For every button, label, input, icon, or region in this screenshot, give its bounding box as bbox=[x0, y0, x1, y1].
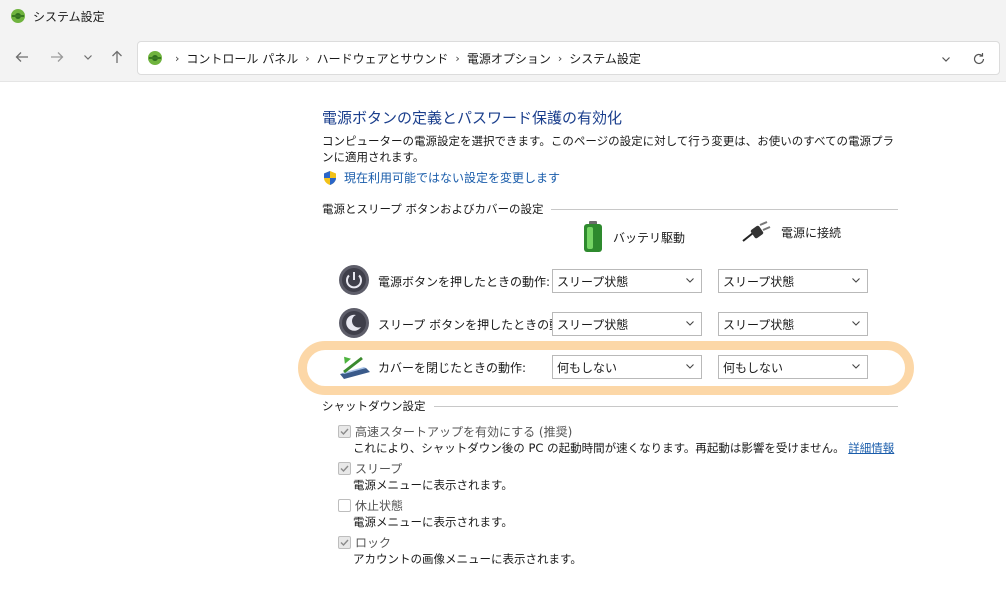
power-button-action-label: 電源ボタンを押したときの動作: bbox=[378, 275, 551, 289]
lid-close-battery-select[interactable]: 何もしない bbox=[552, 355, 702, 379]
chevron-down-icon bbox=[686, 321, 694, 326]
power-plug-icon bbox=[742, 221, 771, 242]
sleep-button-plugged-select[interactable]: スリープ状態 bbox=[718, 312, 868, 336]
section-heading-label: 電源とスリープ ボタンおよびカバーの設定 bbox=[322, 202, 544, 216]
select-value: 何もしない bbox=[723, 360, 784, 375]
column-battery: バッテリ駆動 bbox=[583, 221, 685, 253]
address-dropdown-button[interactable] bbox=[935, 48, 957, 70]
select-value: スリープ状態 bbox=[557, 317, 629, 332]
select-value: スリープ状態 bbox=[723, 274, 795, 289]
column-battery-label: バッテリ駆動 bbox=[613, 230, 686, 245]
arrow-up-icon bbox=[112, 50, 122, 63]
breadcrumb-hardware-sound[interactable]: ハードウェアとサウンド bbox=[317, 50, 449, 67]
chevron-down-icon bbox=[942, 57, 950, 62]
lid-close-plugged-select[interactable]: 何もしない bbox=[718, 355, 868, 379]
lock-description: アカウントの画像メニューに表示されます。 bbox=[353, 552, 582, 566]
select-value: スリープ状態 bbox=[557, 274, 629, 289]
sleep-description: 電源メニューに表示されます。 bbox=[353, 478, 513, 492]
power-button-icon bbox=[339, 265, 369, 295]
window-title: システム設定 bbox=[33, 9, 105, 24]
battery-icon bbox=[584, 221, 602, 252]
sleep-checkbox-row[interactable]: スリープ bbox=[338, 460, 402, 477]
sleep-button-battery-select[interactable]: スリープ状態 bbox=[552, 312, 702, 336]
lock-label: ロック bbox=[355, 536, 392, 550]
refresh-button[interactable] bbox=[968, 48, 990, 70]
change-link-label: 現在利用可能ではない設定を変更します bbox=[344, 171, 561, 185]
hibernate-description: 電源メニューに表示されます。 bbox=[353, 515, 513, 529]
breadcrumb-separator: › bbox=[557, 51, 563, 65]
main-content: 電源ボタンの定義とパスワード保護の有効化 コンピューターの電源設定を選択できます… bbox=[0, 83, 1006, 600]
section-heading-buttons: 電源とスリープ ボタンおよびカバーの設定 bbox=[322, 201, 898, 217]
select-value: スリープ状態 bbox=[723, 317, 795, 332]
lock-checkbox-row[interactable]: ロック bbox=[338, 534, 391, 551]
arrow-right-icon bbox=[51, 52, 64, 62]
hibernate-checkbox[interactable] bbox=[338, 499, 351, 512]
breadcrumb-separator: › bbox=[175, 51, 180, 65]
back-button[interactable] bbox=[11, 46, 33, 68]
lid-close-action-label: カバーを閉じたときの動作: bbox=[378, 361, 527, 375]
arrow-left-icon bbox=[15, 52, 28, 62]
section-divider bbox=[551, 208, 898, 210]
breadcrumb-separator: › bbox=[455, 51, 460, 65]
chevron-down-icon bbox=[852, 321, 860, 326]
chevron-down-icon bbox=[852, 278, 860, 283]
more-info-link[interactable]: 詳細情報 bbox=[848, 441, 894, 455]
sleep-checkbox[interactable] bbox=[338, 462, 351, 475]
laptop-lid-icon bbox=[340, 356, 370, 379]
page-title: 電源ボタンの定義とパスワード保護の有効化 bbox=[322, 109, 623, 127]
control-panel-icon bbox=[148, 51, 162, 65]
section-heading-label: シャットダウン設定 bbox=[322, 399, 426, 413]
power-button-plugged-select[interactable]: スリープ状態 bbox=[718, 269, 868, 293]
fast-startup-description: これにより、シャットダウン後の PC の起動時間が速くなります。再起動は影響を受… bbox=[353, 440, 894, 456]
select-value: 何もしない bbox=[557, 360, 618, 375]
fast-startup-checkbox-row[interactable]: 高速スタートアップを有効にする (推奨) bbox=[338, 423, 572, 440]
power-button-battery-select[interactable]: スリープ状態 bbox=[552, 269, 702, 293]
lock-checkbox[interactable] bbox=[338, 536, 351, 549]
breadcrumb-separator: › bbox=[305, 51, 310, 65]
section-divider bbox=[433, 405, 898, 407]
column-plugged: 電源に接続 bbox=[741, 221, 841, 243]
page-description: コンピューターの電源設定を選択できます。このページの設定に対して行う変更は、お使… bbox=[322, 134, 895, 164]
up-button[interactable] bbox=[106, 46, 128, 68]
fast-startup-checkbox[interactable] bbox=[338, 425, 351, 438]
chevron-down-icon bbox=[686, 364, 694, 369]
checkmark-icon bbox=[340, 465, 349, 473]
chevron-down-icon bbox=[852, 364, 860, 369]
sleep-button-icon bbox=[339, 308, 369, 338]
checkmark-icon bbox=[340, 539, 349, 547]
chevron-down-icon bbox=[84, 55, 92, 60]
forward-button[interactable] bbox=[46, 46, 68, 68]
breadcrumb-system-settings[interactable]: システム設定 bbox=[569, 50, 641, 67]
sleep-button-action-label: スリープ ボタンを押したときの動作: bbox=[378, 318, 578, 332]
checkmark-icon bbox=[340, 428, 349, 436]
section-heading-shutdown: シャットダウン設定 bbox=[322, 398, 898, 414]
breadcrumb-power-options[interactable]: 電源オプション bbox=[467, 50, 551, 67]
chevron-down-icon bbox=[686, 278, 694, 283]
address-bar[interactable]: › コントロール パネル › ハードウェアとサウンド › 電源オプション › シ… bbox=[137, 41, 1000, 75]
hibernate-checkbox-row[interactable]: 休止状態 bbox=[338, 497, 403, 514]
change-unavailable-settings-link[interactable]: 現在利用可能ではない設定を変更します bbox=[322, 169, 560, 186]
navigation-bar: › コントロール パネル › ハードウェアとサウンド › 電源オプション › シ… bbox=[0, 32, 1006, 82]
breadcrumb-control-panel[interactable]: コントロール パネル bbox=[186, 50, 298, 67]
title-bar: システム設定 bbox=[0, 0, 1006, 32]
control-panel-icon bbox=[11, 9, 25, 23]
uac-shield-icon bbox=[324, 170, 336, 185]
fast-startup-desc-text: これにより、シャットダウン後の PC の起動時間が速くなります。再起動は影響を受… bbox=[353, 441, 845, 455]
recent-locations-button[interactable] bbox=[77, 46, 99, 68]
column-plugged-label: 電源に接続 bbox=[781, 225, 842, 240]
sleep-label: スリープ bbox=[355, 462, 403, 476]
refresh-icon bbox=[973, 53, 985, 65]
fast-startup-label: 高速スタートアップを有効にする (推奨) bbox=[355, 425, 573, 439]
hibernate-label: 休止状態 bbox=[355, 499, 404, 513]
